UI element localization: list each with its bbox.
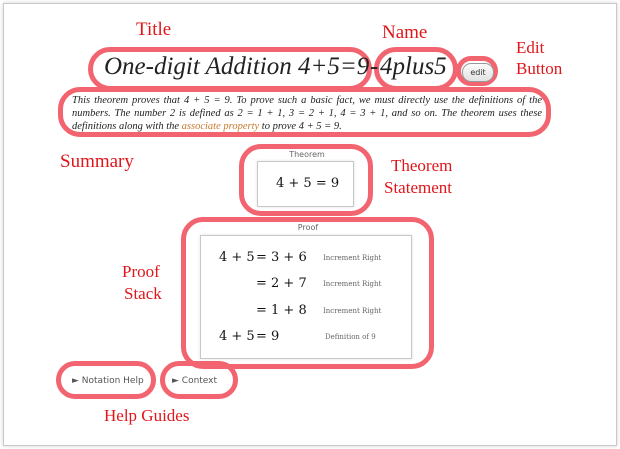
proof-step-2-justification: Increment Right (323, 280, 382, 288)
annotation-edit-line2: Button (516, 59, 563, 78)
theorem-name: 4plus5 (380, 53, 447, 80)
annotation-proof-line1: Proof (122, 262, 160, 281)
theorem-title: One-digit Addition 4+5=9 (104, 53, 370, 80)
summary-text-after: to prove 4 + 5 = 9. (259, 121, 342, 132)
proof-header: Proof (297, 223, 319, 232)
proof-stack: 4 + 5 = 3 + 6 Increment Right = 2 + 7 In… (200, 235, 412, 359)
notation-help-toggle[interactable]: ► Notation Help (72, 376, 144, 386)
proof-step-4-rhs: = 9 (256, 329, 280, 344)
theorem-statement: 4 + 5 = 9 (276, 176, 340, 191)
annotation-title: Title (136, 19, 172, 40)
annotation-edit-line1: Edit (516, 38, 545, 57)
proof-step-3-justification: Increment Right (323, 307, 382, 315)
proof-step-1-lhs: 4 + 5 (219, 250, 255, 265)
annotation-theorem-line1: Theorem (391, 156, 453, 175)
proof-step-4-justification: Definition of 9 (325, 333, 376, 341)
proof-step-1-rhs: = 3 + 6 (256, 250, 307, 265)
annotation-name: Name (382, 22, 428, 43)
annotation-help-guides: Help Guides (104, 406, 190, 425)
annotation-theorem-line2: Statement (384, 178, 452, 197)
theorem-header: Theorem (289, 150, 325, 159)
theorem-statement-box: 4 + 5 = 9 (257, 161, 354, 207)
proof-step-1-justification: Increment Right (323, 254, 382, 262)
proof-step-2-rhs: = 2 + 7 (256, 276, 307, 291)
edit-button[interactable]: edit (462, 63, 494, 82)
annotation-summary: Summary (60, 151, 134, 172)
proof-step-3-rhs: = 1 + 8 (256, 303, 307, 318)
title-name-separator: - (370, 53, 379, 80)
annotation-proof-line2: Stack (124, 284, 162, 303)
theorem-summary: This theorem proves that 4 + 5 = 9. To p… (72, 94, 542, 133)
context-toggle[interactable]: ► Context (172, 376, 217, 386)
proof-step-4-lhs: 4 + 5 (219, 329, 255, 344)
associate-property-link[interactable]: associate property (182, 121, 259, 132)
